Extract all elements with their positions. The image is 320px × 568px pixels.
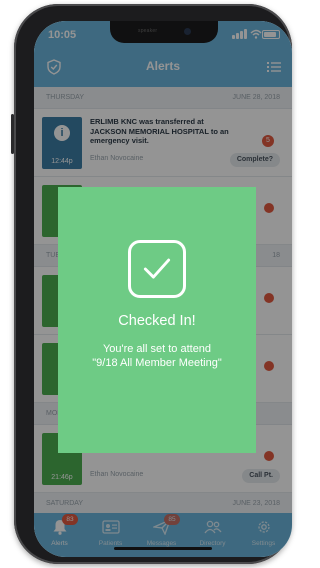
checked-in-modal[interactable]: Checked In! You're all set to attend "9/…	[58, 187, 256, 453]
checkmark-icon	[128, 240, 186, 298]
modal-event-name: "9/18 All Member Meeting"	[92, 357, 222, 369]
modal-title: Checked In!	[118, 313, 196, 329]
phone-screen: speaker 10:05 Alerts THURSDAY JUNE 28, 2…	[34, 21, 292, 557]
modal-message: You're all set to attend	[102, 343, 212, 355]
phone-frame: speaker 10:05 Alerts THURSDAY JUNE 28, 2…	[11, 4, 292, 564]
